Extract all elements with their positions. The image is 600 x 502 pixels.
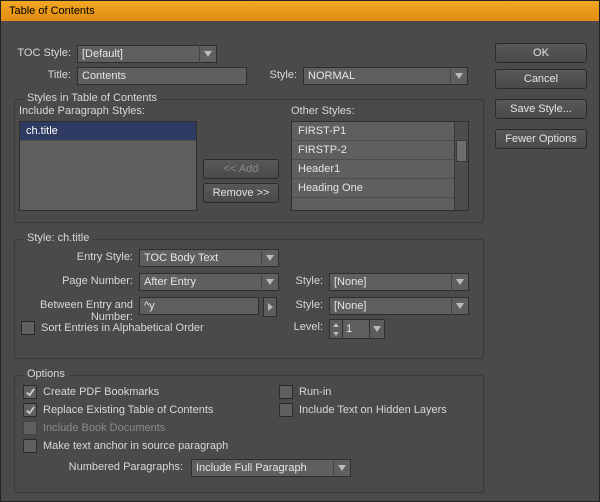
pn-style-value: [None] bbox=[334, 276, 366, 288]
sort-label: Sort Entries in Alphabetical Order bbox=[41, 322, 204, 334]
checkbox-box bbox=[279, 403, 293, 417]
dialog-title: Table of Contents bbox=[1, 1, 599, 21]
other-styles-label: Other Styles: bbox=[291, 105, 355, 117]
add-button: << Add bbox=[203, 159, 279, 179]
list-item[interactable]: Header1 bbox=[292, 160, 468, 179]
list-item[interactable]: FIRST-P1 bbox=[292, 122, 468, 141]
spinner-dropdown[interactable] bbox=[370, 319, 385, 339]
level-spinner[interactable]: 1 bbox=[329, 319, 385, 339]
ok-button[interactable]: OK bbox=[495, 43, 587, 63]
between-style-value: [None] bbox=[334, 300, 366, 312]
toc-style-value: [Default] bbox=[82, 48, 123, 60]
runin-label: Run-in bbox=[299, 386, 331, 398]
checkbox-box bbox=[23, 421, 37, 435]
title-input[interactable]: Contents bbox=[77, 67, 247, 85]
between-label: Between Entry and Number: bbox=[0, 299, 133, 323]
title-value: Contents bbox=[82, 70, 126, 82]
scrollbar-thumb[interactable] bbox=[456, 140, 467, 162]
level-value[interactable]: 1 bbox=[343, 319, 370, 339]
pn-style-dropdown[interactable]: [None] bbox=[329, 273, 469, 291]
remove-button[interactable]: Remove >> bbox=[203, 183, 279, 203]
title-label: Title: bbox=[11, 69, 71, 81]
entry-style-label: Entry Style: bbox=[19, 251, 133, 263]
replace-label: Replace Existing Table of Contents bbox=[43, 404, 213, 416]
page-number-value: After Entry bbox=[144, 276, 196, 288]
hidden-checkbox[interactable]: Include Text on Hidden Layers bbox=[279, 403, 447, 417]
numbered-dropdown[interactable]: Include Full Paragraph bbox=[191, 459, 351, 477]
title-style-dropdown[interactable]: NORMAL bbox=[303, 67, 468, 85]
include-styles-label: Include Paragraph Styles: bbox=[19, 105, 145, 117]
sort-checkbox[interactable]: Sort Entries in Alphabetical Order bbox=[21, 321, 204, 335]
pn-style-label: Style: bbox=[287, 275, 323, 287]
chevron-down-icon bbox=[261, 273, 278, 291]
between-style-dropdown[interactable]: [None] bbox=[329, 297, 469, 315]
page-number-dropdown[interactable]: After Entry bbox=[139, 273, 279, 291]
list-item[interactable]: Heading One bbox=[292, 179, 468, 198]
list-item[interactable]: ch.title bbox=[20, 122, 196, 141]
between-style-label: Style: bbox=[287, 299, 323, 311]
entry-style-dropdown[interactable]: TOC Body Text bbox=[139, 249, 279, 267]
entry-style-value: TOC Body Text bbox=[144, 252, 218, 264]
checkbox-box bbox=[21, 321, 35, 335]
include-styles-list[interactable]: ch.title bbox=[19, 121, 197, 211]
toc-style-dropdown[interactable]: [Default] bbox=[77, 45, 217, 63]
dialog-body: TOC Style: [Default] Title: Contents Sty… bbox=[1, 21, 599, 501]
numbered-value: Include Full Paragraph bbox=[196, 462, 307, 474]
include-book-label: Include Book Documents bbox=[43, 422, 165, 434]
chevron-down-icon bbox=[261, 249, 278, 267]
chevron-down-icon bbox=[451, 273, 468, 291]
anchor-checkbox[interactable]: Make text anchor in source paragraph bbox=[23, 439, 228, 453]
chevron-down-icon bbox=[451, 297, 468, 315]
checkbox-box bbox=[279, 385, 293, 399]
save-style-button[interactable]: Save Style... bbox=[495, 99, 587, 119]
runin-checkbox[interactable]: Run-in bbox=[279, 385, 331, 399]
scrollbar[interactable] bbox=[454, 122, 468, 210]
between-value: ^y bbox=[144, 300, 155, 312]
level-label: Level: bbox=[287, 321, 323, 333]
spinner-updown[interactable] bbox=[329, 319, 343, 339]
include-book-checkbox: Include Book Documents bbox=[23, 421, 165, 435]
chevron-down-icon bbox=[450, 67, 467, 85]
chevron-down-icon bbox=[333, 459, 350, 477]
options-legend: Options bbox=[23, 368, 69, 380]
checkbox-box bbox=[23, 439, 37, 453]
cancel-button[interactable]: Cancel bbox=[495, 69, 587, 89]
anchor-label: Make text anchor in source paragraph bbox=[43, 440, 228, 452]
hidden-label: Include Text on Hidden Layers bbox=[299, 404, 447, 416]
style-detail-legend: Style: ch.title bbox=[23, 232, 93, 244]
other-styles-list[interactable]: FIRST-P1 FIRSTP-2 Header1 Heading One bbox=[291, 121, 469, 211]
checkbox-box bbox=[23, 403, 37, 417]
list-item[interactable]: FIRSTP-2 bbox=[292, 141, 468, 160]
checkbox-box bbox=[23, 385, 37, 399]
between-input[interactable]: ^y bbox=[139, 297, 259, 315]
between-flyout[interactable] bbox=[263, 297, 277, 317]
fewer-options-button[interactable]: Fewer Options bbox=[495, 129, 587, 149]
create-pdf-label: Create PDF Bookmarks bbox=[43, 386, 159, 398]
page-number-label: Page Number: bbox=[19, 275, 133, 287]
title-style-label: Style: bbox=[261, 69, 297, 81]
title-style-value: NORMAL bbox=[308, 70, 355, 82]
chevron-down-icon bbox=[199, 45, 216, 63]
styles-group-legend: Styles in Table of Contents bbox=[23, 92, 161, 104]
create-pdf-checkbox[interactable]: Create PDF Bookmarks bbox=[23, 385, 159, 399]
replace-checkbox[interactable]: Replace Existing Table of Contents bbox=[23, 403, 213, 417]
toc-style-label: TOC Style: bbox=[11, 47, 71, 59]
numbered-label: Numbered Paragraphs: bbox=[53, 461, 183, 473]
